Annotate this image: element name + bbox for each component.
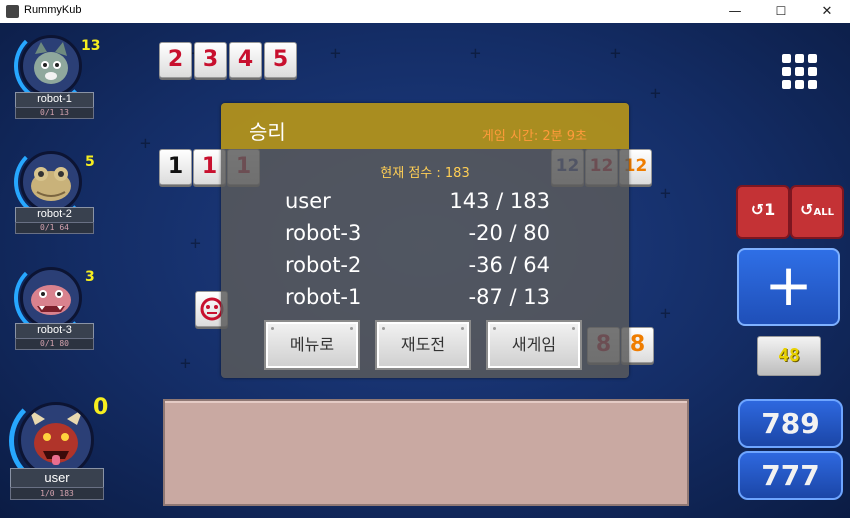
demon-face-icon — [29, 409, 83, 465]
result-score: 143 / 183 — [449, 189, 550, 213]
player-name: robot-2 — [15, 207, 94, 223]
menu-grid-icon[interactable] — [782, 54, 818, 90]
sort-by-run-button[interactable]: 789 — [738, 399, 843, 448]
result-name: robot-1 — [285, 285, 362, 309]
player-name: user — [10, 468, 104, 488]
player-stats: 0/1 64 — [15, 222, 94, 234]
tile-value: 8 — [629, 332, 646, 357]
tile[interactable]: 4 — [229, 42, 262, 78]
undo-one-label: 1 — [764, 200, 776, 219]
undo-all-label: ALL — [813, 207, 834, 218]
tile-count: 5 — [85, 154, 95, 170]
grid-marker: + — [610, 43, 621, 64]
result-name: robot-3 — [285, 221, 362, 245]
tile-count: 3 — [85, 269, 95, 285]
maximize-button[interactable]: ☐ — [758, 0, 804, 23]
undo-icon: ↺ — [750, 200, 765, 219]
undo-icon: ↺ — [800, 200, 814, 219]
window-titlebar: RummyKub — ☐ ✕ — [0, 0, 850, 24]
player-rack[interactable] — [163, 399, 689, 506]
grid-marker: + — [660, 183, 671, 204]
result-row: user 143 / 183 — [285, 189, 550, 219]
tile-value: 5 — [272, 47, 289, 72]
tile-count: 13 — [81, 38, 101, 54]
tile-value: 3 — [202, 47, 219, 72]
player-stats: 1/0 183 — [10, 487, 104, 500]
tile[interactable]: 3 — [194, 42, 227, 78]
result-dialog: 승리 게임 시간: 2분 9초 현재 점수 : 183 user 143 / 1… — [221, 103, 629, 378]
app-icon — [6, 5, 19, 18]
grid-marker: + — [180, 353, 191, 374]
player-stats: 0/1 80 — [15, 338, 94, 350]
draw-tile-button[interactable]: + — [737, 248, 840, 326]
player-name: robot-3 — [15, 323, 94, 339]
result-name: user — [285, 189, 331, 213]
window-title: RummyKub — [24, 4, 82, 16]
game-board[interactable]: + + + + + + + + + + 13 robot-1 0/1 13 — [0, 23, 850, 518]
frog-avatar — [20, 151, 82, 213]
close-button[interactable]: ✕ — [804, 0, 850, 23]
result-row: robot-2 -36 / 64 — [285, 253, 550, 283]
result-score: -87 / 13 — [468, 285, 550, 309]
minimize-button[interactable]: — — [712, 0, 758, 23]
dragon-face-icon — [31, 285, 71, 315]
grid-marker: + — [650, 83, 661, 104]
pool-count: 48 — [757, 336, 821, 376]
tile-value: 1 — [201, 154, 218, 179]
sort-by-group-button[interactable]: 777 — [738, 451, 843, 500]
menu-button[interactable]: 메뉴로 — [264, 320, 360, 370]
tile-value: 2 — [167, 47, 184, 72]
frog-face-icon — [31, 167, 71, 201]
new-game-button[interactable]: 새게임 — [486, 320, 582, 370]
game-time: 게임 시간: 2분 9초 — [481, 129, 587, 144]
demon-avatar — [18, 402, 94, 478]
grid-marker: + — [140, 133, 151, 154]
cat-face-icon — [34, 42, 68, 84]
tile-value: 1 — [167, 154, 184, 179]
result-row: robot-3 -20 / 80 — [285, 221, 550, 251]
tile[interactable]: 1 — [159, 149, 192, 185]
result-score: -36 / 64 — [468, 253, 550, 277]
grid-marker: + — [190, 233, 201, 254]
result-row: robot-1 -87 / 13 — [285, 285, 550, 315]
player-name: robot-1 — [15, 92, 94, 108]
tile[interactable]: 5 — [264, 42, 297, 78]
grid-marker: + — [660, 303, 671, 324]
undo-all-button[interactable]: ↺ALL — [790, 185, 844, 239]
retry-button[interactable]: 재도전 — [375, 320, 471, 370]
grid-marker: + — [470, 43, 481, 64]
dragon-avatar — [20, 267, 82, 329]
tile-count: 0 — [93, 395, 109, 420]
player-stats: 0/1 13 — [15, 107, 94, 119]
grid-marker: + — [330, 43, 341, 64]
tile[interactable]: 2 — [159, 42, 192, 78]
current-score: 현재 점수 : 183 — [380, 166, 470, 181]
tile-value: 4 — [237, 47, 254, 72]
dialog-title: 승리 — [249, 120, 286, 144]
undo-one-button[interactable]: ↺1 — [736, 185, 790, 239]
result-score: -20 / 80 — [468, 221, 550, 245]
result-name: robot-2 — [285, 253, 362, 277]
cat-avatar — [20, 35, 82, 97]
